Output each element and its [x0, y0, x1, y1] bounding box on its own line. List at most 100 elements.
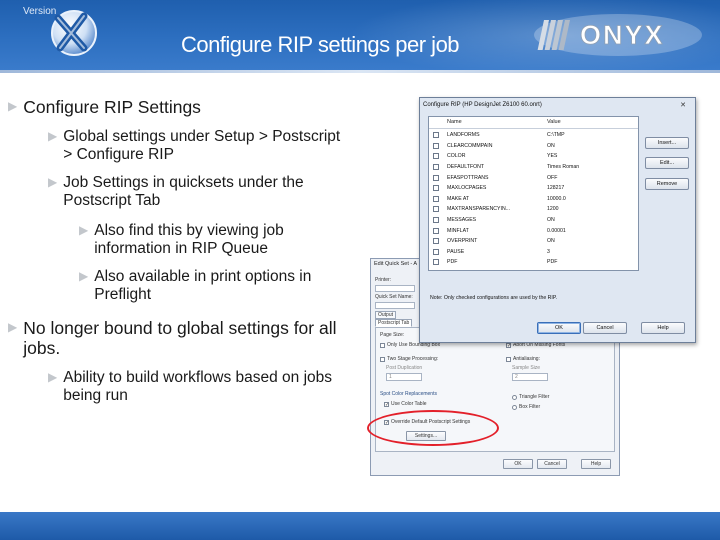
triangle-filter-radio[interactable]: Triangle Filter [512, 394, 549, 400]
checkbox-label: Two Stage Processing: [387, 356, 439, 362]
radio-dot [512, 404, 517, 410]
row-checkbox[interactable] [433, 195, 439, 202]
config-value: ON [547, 217, 555, 224]
edit-button[interactable]: Edit... [645, 157, 689, 169]
config-row[interactable]: LANDFORMS C:\TMP [429, 130, 638, 141]
config-row[interactable]: EFASPOTTRANS OFF [429, 172, 638, 183]
checkbox-box: ✓ [384, 401, 390, 408]
tab-postscript[interactable]: Postscript Tab [375, 319, 413, 327]
use-color-table-checkbox[interactable]: ✓ Use Color Table [384, 401, 426, 407]
config-row[interactable]: CLEARCOMMPAIN ON [429, 141, 638, 152]
radio-label: Triangle Filter [519, 394, 550, 400]
row-checkbox[interactable] [433, 227, 439, 234]
row-checkbox[interactable] [433, 132, 439, 139]
config-row[interactable]: OVERPRINT ON [429, 236, 638, 247]
quickset-name-label: Quick Set Name: [375, 294, 413, 300]
config-row[interactable]: MAXLOCPAGES 128217 [429, 183, 638, 194]
value-column-header[interactable]: Value [547, 117, 561, 128]
quickset-ok-button[interactable]: OK [503, 459, 533, 469]
row-checkbox[interactable] [433, 185, 439, 192]
row-checkbox[interactable] [433, 164, 439, 171]
config-name: MAXTRANSPARENCYIN... [447, 206, 511, 213]
config-list[interactable]: Name Value LANDFORMS C:\TMP CLEARCOMMPAIN… [428, 116, 639, 271]
config-row[interactable]: MAXTRANSPARENCYIN... 1200 [429, 204, 638, 215]
config-row[interactable]: COLOR YES [429, 151, 638, 162]
row-checkbox[interactable] [433, 248, 439, 255]
config-value: ON [547, 238, 555, 245]
bullet-arrow-icon: ▶ [79, 269, 89, 283]
checkbox-box [506, 356, 511, 362]
printer-field[interactable] [375, 285, 415, 292]
config-value: PDF [547, 259, 558, 266]
config-row[interactable]: PAUSE 3 [429, 247, 638, 258]
row-checkbox[interactable] [433, 153, 439, 160]
radio-dot [512, 394, 517, 400]
config-name: CLEARCOMMPAIN [447, 142, 493, 149]
config-value: 1200 [547, 206, 559, 213]
bullet-arrow-icon: ▶ [48, 370, 58, 384]
config-name: OVERPRINT [447, 238, 478, 245]
highlight-ellipse [367, 410, 499, 446]
bullet-text: Global settings under Setup > Postscript… [63, 128, 341, 163]
config-name: DEFAULTFONT [447, 164, 485, 171]
bullet-item: ▶ Also find this by viewing job informat… [79, 222, 344, 258]
printer-label: Printer: [375, 277, 392, 283]
config-value: 0.00001 [547, 227, 566, 234]
checkbox-label: Antialiasing: [513, 356, 540, 362]
header-divider [0, 70, 720, 73]
onyx-logo-icon: ONYX [534, 14, 702, 56]
bullet-arrow-icon: ▶ [8, 99, 18, 113]
config-value: YES [547, 153, 558, 160]
config-value: ON [547, 142, 555, 149]
antialiasing-checkbox[interactable]: Antialiasing: [506, 356, 540, 362]
close-icon[interactable]: ✕ [680, 101, 686, 109]
bullet-text: Configure RIP Settings [23, 97, 201, 117]
logo-text: ONYX [580, 20, 665, 50]
config-name: MAKE AT [447, 195, 470, 202]
config-name: PAUSE [447, 248, 465, 255]
bullet-item: ▶ Ability to build workflows based on jo… [48, 369, 348, 405]
quickset-name-field[interactable] [375, 302, 415, 309]
config-name: MAXLOCPAGES [447, 185, 487, 192]
bullet-item: ▶ Global settings under Setup > Postscri… [48, 128, 348, 164]
two-stage-checkbox[interactable]: Two Stage Processing: [380, 356, 438, 362]
post-duplication-field[interactable]: 1 [386, 373, 422, 381]
config-row[interactable]: MINFLAT 0.00001 [429, 225, 638, 236]
page-size-label: Page Size: [380, 332, 405, 338]
row-checkbox[interactable] [433, 259, 439, 266]
insert-button[interactable]: Insert... [645, 137, 689, 149]
row-checkbox[interactable] [433, 206, 439, 213]
header-band: Version Configure RIP settings per job O… [0, 0, 720, 70]
row-checkbox[interactable] [433, 238, 439, 245]
row-checkbox[interactable] [433, 142, 439, 149]
remove-button[interactable]: Remove [645, 178, 689, 190]
quickset-help-button[interactable]: Help [581, 459, 611, 469]
help-button[interactable]: Help [641, 322, 685, 334]
checkbox-box [380, 342, 385, 348]
sample-size-label: Sample Size [512, 365, 541, 371]
quickset-cancel-button[interactable]: Cancel [537, 459, 567, 469]
sample-size-select[interactable]: 2 [512, 373, 548, 381]
config-row[interactable]: MESSAGES ON [429, 215, 638, 226]
tab-output[interactable]: Output [375, 311, 397, 319]
bullet-text: Ability to build workflows based on jobs… [63, 369, 333, 404]
config-value: 10000.0 [547, 195, 566, 202]
config-value: C:\TMP [547, 132, 565, 139]
row-checkbox[interactable] [433, 174, 439, 181]
ok-button[interactable]: OK [537, 322, 581, 334]
box-filter-radio[interactable]: Box Filter [512, 404, 540, 410]
bullet-arrow-icon: ▶ [48, 175, 58, 189]
config-name: EFASPOTTRANS [447, 174, 489, 181]
config-value: Times Roman [547, 164, 580, 171]
bullet-text: Also available in print options in Prefl… [94, 268, 312, 303]
config-row[interactable]: MAKE AT 10000.0 [429, 194, 638, 205]
row-checkbox[interactable] [433, 217, 439, 224]
cancel-button[interactable]: Cancel [583, 322, 627, 334]
config-row[interactable]: DEFAULTFONT Times Roman [429, 162, 638, 173]
config-row[interactable]: PDF PDF [429, 257, 638, 268]
name-column-header[interactable]: Name [447, 117, 462, 128]
bullet-arrow-icon: ▶ [79, 223, 89, 237]
checkbox-box [380, 356, 385, 362]
bullet-item: ▶ Configure RIP Settings [8, 97, 338, 117]
spot-color-label: Spot Color Replacements [380, 391, 437, 397]
